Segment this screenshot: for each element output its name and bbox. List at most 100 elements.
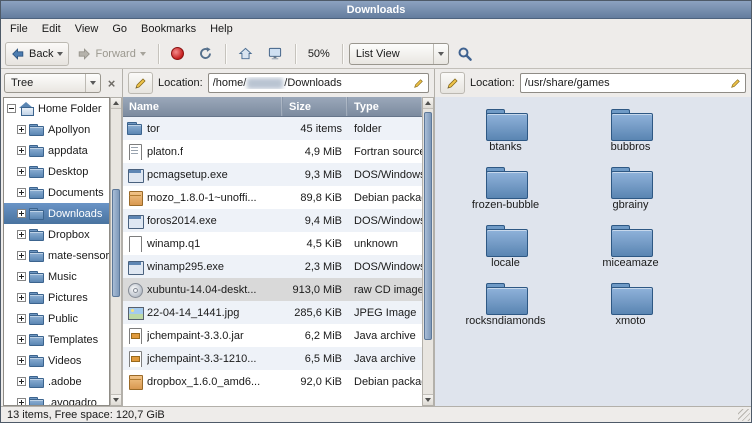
icon-view-item-rocksndiamonds[interactable]: rocksndiamonds: [443, 283, 568, 341]
clear-location-icon[interactable]: [413, 78, 424, 89]
stop-button[interactable]: [165, 42, 190, 66]
file-row-tor[interactable]: tor45 itemsfolder: [123, 117, 422, 140]
sidebar-item-appdata[interactable]: appdata: [4, 140, 109, 161]
sidebar-item-templates[interactable]: Templates: [4, 329, 109, 350]
sidebar-mode-combo[interactable]: Tree: [4, 73, 101, 93]
menu-edit[interactable]: Edit: [35, 20, 68, 38]
left-location-input[interactable]: /home//Downloads: [208, 73, 429, 93]
clear-location-icon[interactable]: [730, 78, 741, 89]
icon-view-item-xmoto[interactable]: xmoto: [568, 283, 693, 341]
file-row-mozo-1-8-0-1-unoffi[interactable]: mozo_1.8.0-1~unoffi...89,8 KiBDebian pac…: [123, 186, 422, 209]
expander-icon[interactable]: [17, 398, 26, 406]
menu-file[interactable]: File: [3, 20, 35, 38]
expander-icon[interactable]: [7, 104, 16, 113]
scroll-up-icon[interactable]: [111, 98, 121, 109]
forward-button[interactable]: Forward: [71, 42, 151, 66]
icon-view-item-gbrainy[interactable]: gbrainy: [568, 167, 693, 225]
sidebar-item-home-folder[interactable]: Home Folder: [4, 98, 109, 119]
column-header-name[interactable]: Name: [123, 97, 283, 116]
sidebar-item-label: Public: [48, 313, 78, 325]
sidebar-item-documents[interactable]: Documents: [4, 182, 109, 203]
expander-icon[interactable]: [17, 335, 26, 344]
icon-view-item-miceamaze[interactable]: miceamaze: [568, 225, 693, 283]
folder-icon: [611, 109, 651, 139]
expander-icon[interactable]: [17, 293, 26, 302]
file-list-scrollbar[interactable]: [422, 97, 434, 406]
expander-icon[interactable]: [17, 146, 26, 155]
expander-icon[interactable]: [17, 230, 26, 239]
scrollbar-thumb[interactable]: [112, 189, 120, 297]
column-header-size[interactable]: Size: [283, 97, 348, 116]
icon-view-item-locale[interactable]: locale: [443, 225, 568, 283]
file-row-jchempaint-3-3-1210[interactable]: jchempaint-3.3-1210...6,5 MiBJava archiv…: [123, 347, 422, 370]
view-mode-combo[interactable]: List View: [349, 43, 449, 65]
sidebar-item-public[interactable]: Public: [4, 308, 109, 329]
expander-icon[interactable]: [17, 167, 26, 176]
refresh-button[interactable]: [192, 42, 219, 66]
icon-view-item-btanks[interactable]: btanks: [443, 109, 568, 167]
right-location-input[interactable]: /usr/share/games: [520, 73, 746, 93]
expander-icon[interactable]: [17, 377, 26, 386]
scroll-up-icon[interactable]: [423, 98, 433, 109]
icon-view-item-bubbros[interactable]: bubbros: [568, 109, 693, 167]
file-list-body: tor45 itemsfolderplaton.f4,9 MiBFortran …: [123, 117, 422, 393]
file-row-xubuntu-14-04-deskt[interactable]: xubuntu-14.04-deskt...913,0 MiBraw CD im…: [123, 278, 422, 301]
menu-view[interactable]: View: [68, 20, 106, 38]
sidebar-scrollbar[interactable]: [110, 97, 122, 406]
folder-icon: [29, 292, 44, 304]
expander-icon[interactable]: [17, 209, 26, 218]
file-row-22-04-14-1441-jpg[interactable]: 22-04-14_1441.jpg285,6 KiBJPEG Image: [123, 301, 422, 324]
expander-icon[interactable]: [17, 125, 26, 134]
scroll-down-icon[interactable]: [423, 394, 433, 405]
back-dropdown-icon[interactable]: [57, 52, 63, 56]
sidebar-item-videos[interactable]: Videos: [4, 350, 109, 371]
sidebar-item-mate-sensors[interactable]: mate-sensors-: [4, 245, 109, 266]
expander-icon[interactable]: [17, 272, 26, 281]
column-header-type[interactable]: Type: [348, 97, 422, 116]
file-row-dropbox-1-6-0-amd6[interactable]: dropbox_1.6.0_amd6...92,0 KiBDebian pack…: [123, 370, 422, 393]
file-row-foros2014-exe[interactable]: foros2014.exe9,4 MiBDOS/Windows e...: [123, 209, 422, 232]
sidebar-item-adobe[interactable]: .adobe: [4, 371, 109, 392]
expander-icon[interactable]: [17, 356, 26, 365]
menu-help[interactable]: Help: [203, 20, 240, 38]
icon-view[interactable]: btanksbubbrosfrozen-bubblegbrainy locale m…: [435, 97, 751, 406]
icon-view-item-frozen-bubble[interactable]: frozen-bubble: [443, 167, 568, 225]
file-row-winamp-q1[interactable]: winamp.q14,5 KiBunknown: [123, 232, 422, 255]
resize-grip[interactable]: [738, 409, 750, 421]
menu-bookmarks[interactable]: Bookmarks: [134, 20, 203, 38]
close-sidebar-button[interactable]: [104, 76, 119, 91]
file-row-winamp295-exe[interactable]: winamp295.exe2,3 MiBDOS/Windows ex...: [123, 255, 422, 278]
sidebar-item-avogadro[interactable]: .avogadro: [4, 392, 109, 406]
file-row-pcmagsetup-exe[interactable]: pcmagsetup.exe9,3 MiBDOS/Windows e...: [123, 163, 422, 186]
icon-label: locale: [491, 257, 520, 269]
file-row-jchempaint-3-3-0-jar[interactable]: jchempaint-3.3.0.jar6,2 MiBJava archive: [123, 324, 422, 347]
sidebar: Tree Home FolderApollyonappdataDesktop Do…: [1, 69, 123, 406]
file-type: DOS/Windows e...: [348, 169, 422, 181]
sidebar-item-apollyon[interactable]: Apollyon: [4, 119, 109, 140]
edit-location-button[interactable]: [440, 72, 465, 94]
expander-icon[interactable]: [17, 188, 26, 197]
forward-label: Forward: [95, 48, 135, 60]
edit-location-button[interactable]: [128, 72, 153, 94]
sidebar-item-dropbox[interactable]: Dropbox: [4, 224, 109, 245]
menu-go[interactable]: Go: [105, 20, 134, 38]
forward-dropdown-icon[interactable]: [140, 52, 146, 56]
sidebar-item-desktop[interactable]: Desktop: [4, 161, 109, 182]
file-row-platon-f[interactable]: platon.f4,9 MiBFortran source co: [123, 140, 422, 163]
sidebar-item-downloads[interactable]: Downloads: [4, 203, 109, 224]
sidebar-item-music[interactable]: Music: [4, 266, 109, 287]
back-button[interactable]: Back: [5, 42, 69, 66]
expander-icon[interactable]: [17, 251, 26, 260]
titlebar[interactable]: Downloads: [1, 1, 751, 19]
computer-button[interactable]: [261, 42, 289, 66]
file-size: 2,3 MiB: [283, 261, 348, 273]
sidebar-item-label: Documents: [48, 187, 104, 199]
sidebar-item-pictures[interactable]: Pictures: [4, 287, 109, 308]
toolbar-separator: [158, 44, 159, 64]
scrollbar-thumb[interactable]: [424, 112, 432, 340]
home-button[interactable]: [232, 42, 259, 66]
scroll-down-icon[interactable]: [111, 394, 121, 405]
expander-icon[interactable]: [17, 314, 26, 323]
search-button[interactable]: [451, 42, 479, 66]
folder-file-icon: [127, 121, 143, 137]
